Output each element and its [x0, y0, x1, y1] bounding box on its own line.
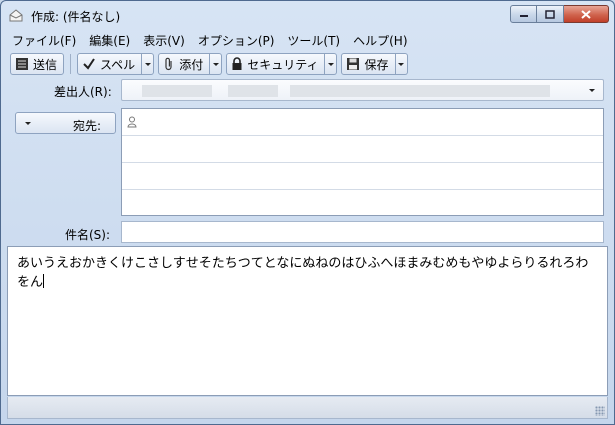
recipient-row[interactable] — [122, 136, 603, 163]
spell-dropdown-button[interactable] — [142, 53, 155, 75]
security-button[interactable]: セキュリティ — [226, 53, 326, 75]
from-select[interactable] — [121, 79, 604, 101]
subject-label: 件名(S): — [65, 228, 111, 242]
menu-bar: ファイル(F) 編集(E) 表示(V) オプション(P) ツール(T) ヘルプ(… — [2, 30, 613, 50]
floppy-icon — [347, 58, 360, 70]
recipient-type-button[interactable]: 宛先: — [15, 112, 116, 134]
attach-dropdown-button[interactable] — [210, 53, 223, 75]
status-bar — [7, 397, 608, 419]
maximize-icon — [545, 9, 555, 19]
minimize-icon — [519, 15, 528, 17]
send-button[interactable]: 送信 — [10, 53, 65, 75]
compose-window: 作成: (件名なし) ファイル(F) 編集(E) 表示(V) オプション(P) … — [0, 0, 615, 425]
menu-file[interactable]: ファイル(F) — [12, 32, 76, 49]
save-dropdown-button[interactable] — [395, 53, 408, 75]
subject-input[interactable] — [121, 221, 604, 243]
chevron-down-icon — [327, 62, 334, 66]
message-body[interactable]: あいうえおかきくけこさしすせそたちつてとなにぬねのはひふへほまみむめもやゆよらり… — [7, 246, 608, 396]
paperclip-icon — [165, 57, 172, 71]
toolbar: 送信 スペル 添付 セキュリティ 保存 — [2, 51, 613, 77]
chevron-down-icon — [144, 62, 151, 66]
text-cursor — [43, 274, 45, 288]
title-bar[interactable]: 作成: (件名なし) — [1, 1, 614, 29]
recipient-row[interactable] — [122, 190, 603, 217]
minimize-button[interactable] — [510, 5, 537, 23]
menu-tools[interactable]: ツール(T) — [287, 32, 340, 49]
menu-options[interactable]: オプション(P) — [198, 32, 275, 49]
save-label: 保存 — [364, 57, 389, 72]
save-button[interactable]: 保存 — [341, 53, 396, 75]
recipient-row[interactable] — [122, 109, 603, 136]
menu-edit[interactable]: 編集(E) — [89, 32, 130, 49]
chevron-down-icon — [398, 62, 404, 66]
redacted-sender — [228, 85, 278, 97]
toolbar-separator — [70, 54, 72, 74]
close-icon — [581, 9, 591, 19]
window-title: 作成: (件名なし) — [31, 10, 121, 24]
from-label: 差出人(R): — [54, 85, 112, 99]
redacted-sender — [290, 85, 550, 97]
menu-view[interactable]: 表示(V) — [143, 32, 185, 49]
recipient-list[interactable] — [121, 108, 604, 216]
person-icon — [127, 116, 137, 128]
checkmark-icon — [83, 58, 95, 70]
recipient-row[interactable] — [122, 163, 603, 190]
to-label: 宛先: — [72, 119, 101, 133]
attach-label: 添付 — [179, 57, 204, 72]
chevron-down-icon — [589, 89, 595, 92]
attach-button[interactable]: 添付 — [158, 53, 211, 75]
close-button[interactable] — [564, 5, 609, 23]
resize-grip-icon[interactable] — [595, 406, 605, 416]
chevron-down-icon — [212, 62, 219, 66]
compose-icon — [9, 9, 23, 22]
chevron-down-icon — [25, 122, 31, 125]
send-label: 送信 — [33, 57, 58, 72]
maximize-button[interactable] — [537, 5, 564, 23]
menu-help[interactable]: ヘルプ(H) — [353, 32, 407, 49]
send-icon — [16, 58, 28, 70]
redacted-sender — [142, 85, 212, 97]
message-text: あいうえおかきくけこさしすせそたちつてとなにぬねのはひふへほまみむめもやゆよらり… — [17, 256, 589, 290]
security-dropdown-button[interactable] — [325, 53, 338, 75]
spell-button[interactable]: スペル — [77, 53, 143, 75]
spell-label: スペル — [100, 57, 136, 72]
security-label: セキュリティ — [247, 57, 319, 72]
lock-icon — [232, 57, 242, 70]
